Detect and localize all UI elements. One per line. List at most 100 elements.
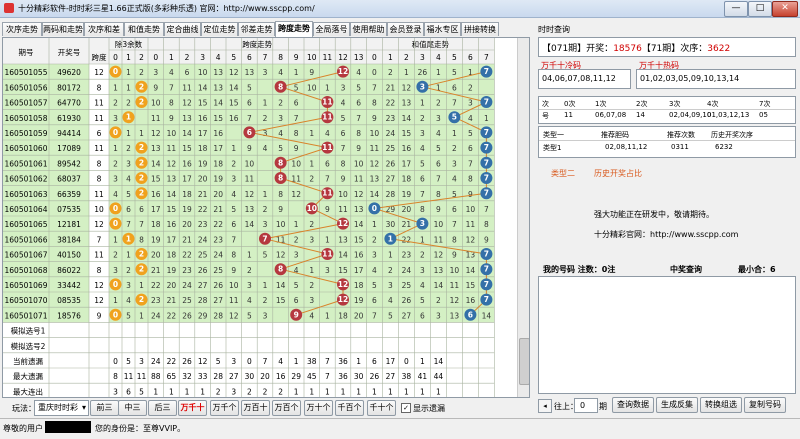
play-button-7[interactable]: 万百个 [272, 400, 301, 416]
close-button[interactable]: ✕ [772, 1, 798, 17]
cell-tail-miss: 10 [434, 220, 444, 229]
play-select[interactable]: 重庆时时彩 ▾ [34, 400, 89, 416]
cell-span-miss: 7 [356, 114, 361, 123]
cell-span: 6 [97, 129, 102, 138]
right-button-3[interactable]: 转换组选 [700, 397, 742, 413]
play-button-1[interactable]: 前三 [90, 400, 119, 416]
cell-span-miss: 21 [213, 205, 223, 214]
cell-span-miss: 5 [247, 83, 252, 92]
tab-2[interactable]: 两码和走势 [42, 22, 84, 36]
cell-span-miss: 18 [167, 251, 177, 260]
cell-span: 12 [94, 220, 104, 229]
cell-tail-miss: 16 [402, 144, 412, 153]
scrollbar-thumb[interactable] [519, 338, 529, 385]
tab-3[interactable]: 次序和差 [84, 22, 124, 36]
header-tail-col: 3 [420, 53, 425, 62]
cell-rem: 5 [126, 190, 131, 199]
cell-span-miss: 1 [263, 190, 268, 199]
play-button-3[interactable]: 后三 [148, 400, 177, 416]
tab-10[interactable]: 使用帮助 [350, 22, 387, 36]
cell-span-miss: 2 [263, 114, 268, 123]
play-button-5[interactable]: 万千个 [210, 400, 239, 416]
cell-span-miss: 11 [338, 205, 348, 214]
chevron-down-icon: ▾ [81, 403, 86, 412]
cell-span: 8 [97, 266, 102, 275]
cell-rem: 3 [113, 114, 118, 123]
footer-value: 6 [126, 387, 131, 396]
cell-tail-miss: 7 [468, 159, 473, 168]
trend-grid-canvas: 期号 开奖号除3余数 跨度走势 和值尾走势跨度 0 1 2 0 1 2 3 4 5 6 7 8 9 10 11 12 1… [3, 38, 495, 397]
issue-mid: 【71期】次序： [641, 44, 708, 54]
cell-tail-miss: 18 [402, 175, 412, 184]
tab-9[interactable]: 全局落号 [313, 22, 350, 36]
cell-tail-miss: 2 [468, 83, 473, 92]
cell-span: 8 [97, 159, 102, 168]
cell-rem: 2 [126, 144, 131, 153]
cell-span-miss: 21 [151, 266, 161, 275]
tab-13[interactable]: 拼接转换 [461, 22, 499, 36]
play-button-6[interactable]: 万百十 [241, 400, 270, 416]
cell-span-miss: 11 [151, 114, 161, 123]
cell-tail-miss: 14 [466, 266, 476, 275]
footer-value: 1 [169, 387, 174, 396]
tab-5[interactable]: 定合曲线 [164, 22, 201, 36]
up-input[interactable]: 0 [574, 398, 598, 413]
cell-tail-miss: 7 [372, 311, 377, 320]
tab-6[interactable]: 定位走势 [201, 22, 238, 36]
footer-value: 5 [139, 387, 144, 396]
footer-value: 1 [153, 387, 158, 396]
cell-span-miss: 19 [151, 235, 161, 244]
cell-span: 11 [94, 99, 104, 108]
cell-period: 160501066 [5, 235, 48, 244]
tab-4[interactable]: 和值走势 [124, 22, 164, 36]
cell-number: 89542 [57, 159, 81, 168]
cell-span-miss: 12 [167, 159, 177, 168]
rem-ball-label: 0 [113, 310, 118, 319]
play-label: 玩法： [12, 404, 36, 413]
cell-span-miss: 1 [309, 129, 314, 138]
span-ball-label: 11 [322, 113, 332, 122]
span-ball-label: 12 [338, 280, 348, 289]
minimize-button[interactable]: — [724, 1, 748, 17]
maximize-button[interactable]: □ [748, 1, 772, 17]
cell-span-miss: 6 [247, 99, 252, 108]
tab-12[interactable]: 福水专区 [424, 22, 461, 36]
header-span-col: 4 [216, 53, 221, 62]
play-button-2[interactable]: 中三 [118, 400, 147, 416]
cell-tail-miss: 6 [420, 311, 425, 320]
cell-span-miss: 8 [341, 159, 346, 168]
right-button-2[interactable]: 生成反集 [656, 397, 698, 413]
issue-order: 3622 [707, 44, 731, 54]
right-button-4[interactable]: 复制号码 [744, 397, 786, 413]
cell-span-miss: 4 [278, 129, 283, 138]
show-miss-checkbox[interactable]: ✓ [401, 403, 411, 413]
scroll-left-button[interactable]: ◂ [538, 399, 552, 413]
cell-span-miss: 16 [182, 159, 192, 168]
cell-span-miss: 7 [294, 114, 299, 123]
vertical-scrollbar[interactable] [517, 38, 529, 397]
cell-tail-miss: 2 [436, 296, 441, 305]
play-button-8[interactable]: 万十个 [304, 400, 333, 416]
my-number-textarea[interactable] [538, 276, 796, 394]
cell-span-miss: 1 [309, 266, 314, 275]
play-button-10[interactable]: 千十个 [367, 400, 396, 416]
tab-1[interactable]: 次序走势 [2, 22, 42, 36]
tab-8[interactable]: 跨度走势 [275, 21, 313, 37]
cell-span-miss: 13 [245, 68, 255, 77]
cell-span-miss: 14 [354, 220, 364, 229]
header-span: 跨度 [92, 52, 107, 62]
header-span-col: 13 [354, 53, 364, 62]
play-button-9[interactable]: 千百个 [335, 400, 364, 416]
span-ball-label: 6 [247, 128, 252, 137]
cell-span-miss: 18 [354, 281, 364, 290]
right-button-1[interactable]: 查询数据 [612, 397, 654, 413]
tab-11[interactable]: 会员登录 [387, 22, 424, 36]
cell-span-miss: 6 [294, 296, 299, 305]
cell-tail-miss: 6 [436, 159, 441, 168]
cell-span-miss: 4 [341, 99, 346, 108]
footer-value: 16 [276, 372, 286, 381]
cell-span-miss: 4 [169, 68, 174, 77]
play-button-4[interactable]: 万千十 [178, 400, 207, 416]
tab-7[interactable]: 邻差走势 [238, 22, 275, 36]
cell-span-miss: 1 [263, 281, 268, 290]
